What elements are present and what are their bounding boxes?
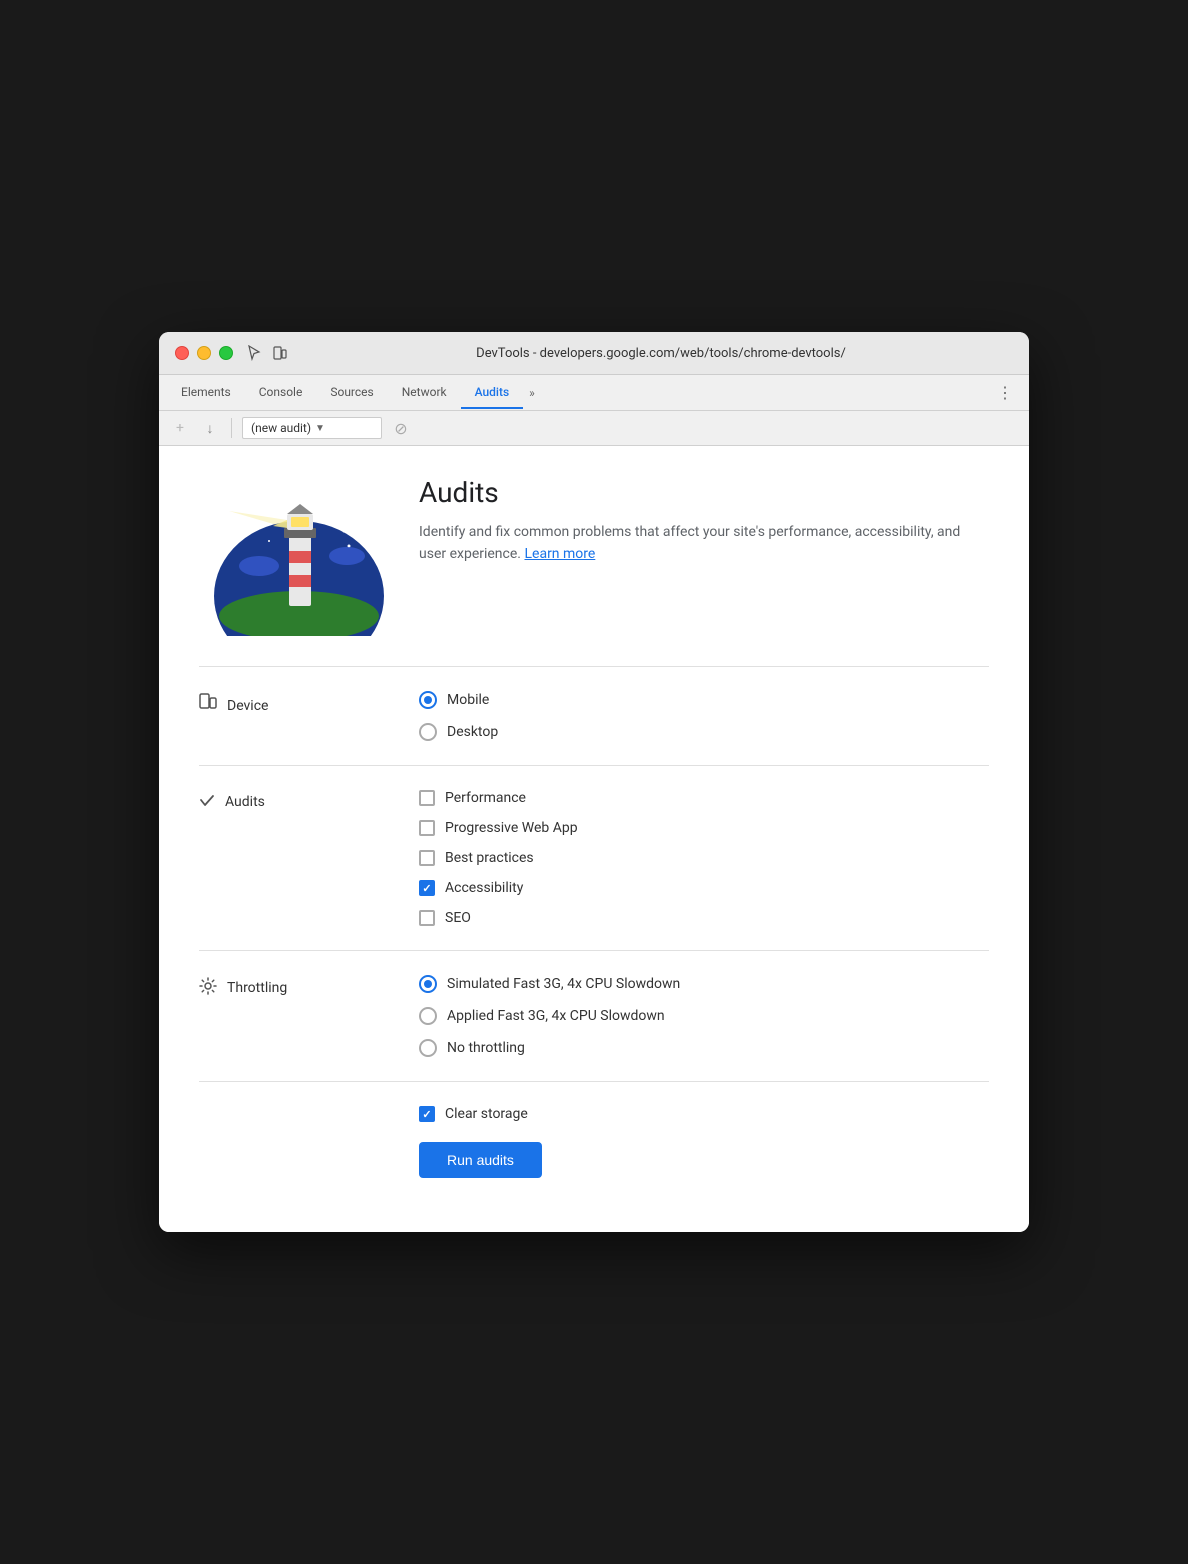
perf-option[interactable]: Performance	[419, 790, 989, 806]
throttling-label: Throttling	[199, 975, 419, 999]
chevron-down-icon: ▼	[315, 423, 325, 434]
toolbar-icons	[245, 344, 289, 362]
tabs-bar: Elements Console Sources Network Audits …	[159, 375, 1029, 411]
tab-network[interactable]: Network	[388, 377, 461, 409]
pwa-option[interactable]: Progressive Web App	[419, 820, 989, 836]
window-title: DevTools - developers.google.com/web/too…	[309, 346, 1013, 361]
add-audit-button[interactable]: +	[169, 417, 191, 439]
device-section: Device Mobile Desktop	[199, 667, 989, 766]
lighthouse-illustration	[199, 476, 389, 636]
devtools-window: DevTools - developers.google.com/web/too…	[159, 332, 1029, 1232]
accessibility-checkbox[interactable]	[419, 880, 435, 896]
audit-toolbar: + ↓ (new audit) ▼ ⊘	[159, 411, 1029, 446]
title-bar: DevTools - developers.google.com/web/too…	[159, 332, 1029, 375]
clear-storage-option[interactable]: Clear storage	[419, 1106, 989, 1122]
learn-more-link[interactable]: Learn more	[524, 546, 595, 562]
throttle-none-option[interactable]: No throttling	[419, 1039, 989, 1057]
maximize-button[interactable]	[219, 346, 233, 360]
hero-text: Audits Identify and fix common problems …	[419, 476, 989, 570]
minimize-button[interactable]	[197, 346, 211, 360]
throttling-options: Simulated Fast 3G, 4x CPU Slowdown Appli…	[419, 975, 989, 1057]
throttling-section: Throttling Simulated Fast 3G, 4x CPU Slo…	[199, 951, 989, 1082]
clear-storage-checkbox[interactable]	[419, 1106, 435, 1122]
tab-elements[interactable]: Elements	[167, 377, 245, 409]
tab-audits[interactable]: Audits	[461, 377, 524, 409]
perf-checkbox[interactable]	[419, 790, 435, 806]
audits-section: Audits Performance Progressive Web App B…	[199, 766, 989, 951]
download-button[interactable]: ↓	[199, 417, 221, 439]
tab-menu-icon[interactable]: ⋮	[989, 375, 1021, 410]
throttle-applied-option[interactable]: Applied Fast 3G, 4x CPU Slowdown	[419, 1007, 989, 1025]
device-options: Mobile Desktop	[419, 691, 989, 741]
simulated-radio[interactable]	[419, 975, 437, 993]
traffic-lights	[175, 346, 233, 360]
mobile-radio[interactable]	[419, 691, 437, 709]
cancel-audit-button[interactable]: ⊘	[390, 417, 412, 439]
tab-console[interactable]: Console	[245, 377, 317, 409]
device-icon	[199, 693, 217, 719]
audits-label: Audits	[199, 790, 419, 812]
main-content: Audits Identify and fix common problems …	[159, 446, 1029, 1232]
accessibility-option[interactable]: Accessibility	[419, 880, 989, 896]
throttle-simulated-option[interactable]: Simulated Fast 3G, 4x CPU Slowdown	[419, 975, 989, 993]
hero-title: Audits	[419, 476, 989, 509]
tab-sources[interactable]: Sources	[316, 377, 387, 409]
seo-checkbox[interactable]	[419, 910, 435, 926]
device-mobile-option[interactable]: Mobile	[419, 691, 989, 709]
audit-dropdown-value: (new audit)	[251, 421, 311, 435]
device-desktop-option[interactable]: Desktop	[419, 723, 989, 741]
gear-icon	[199, 977, 217, 999]
audit-options: Performance Progressive Web App Best pra…	[419, 790, 989, 926]
checkmark-icon	[199, 792, 215, 812]
close-button[interactable]	[175, 346, 189, 360]
best-practices-checkbox[interactable]	[419, 850, 435, 866]
applied-radio[interactable]	[419, 1007, 437, 1025]
bottom-section: Clear storage Run audits	[199, 1082, 989, 1202]
no-throttling-radio[interactable]	[419, 1039, 437, 1057]
tab-more[interactable]: »	[523, 378, 541, 408]
device-label: Device	[199, 691, 419, 719]
device-icon[interactable]	[271, 344, 289, 362]
cursor-icon[interactable]	[245, 344, 263, 362]
hero-section: Audits Identify and fix common problems …	[199, 476, 989, 636]
pwa-checkbox[interactable]	[419, 820, 435, 836]
seo-option[interactable]: SEO	[419, 910, 989, 926]
toolbar-separator	[231, 418, 232, 438]
desktop-radio[interactable]	[419, 723, 437, 741]
hero-description: Identify and fix common problems that af…	[419, 521, 989, 566]
audit-dropdown[interactable]: (new audit) ▼	[242, 417, 382, 439]
run-audits-button[interactable]: Run audits	[419, 1142, 542, 1178]
best-practices-option[interactable]: Best practices	[419, 850, 989, 866]
